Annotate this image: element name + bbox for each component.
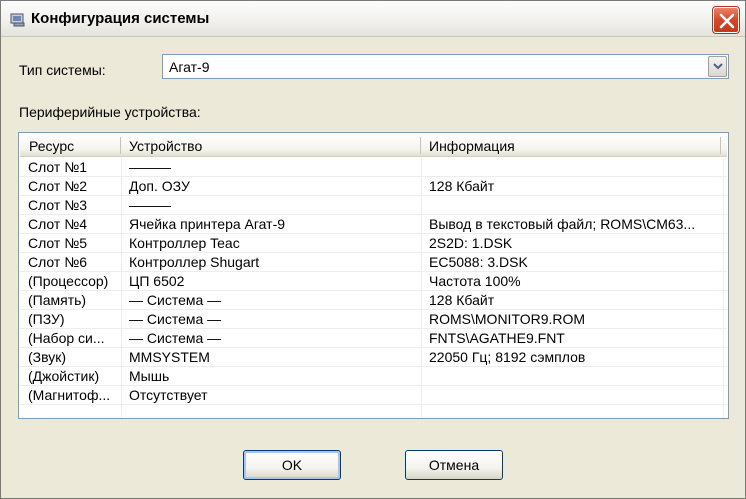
list-item[interactable]: (Магнитоф... Отсутствует bbox=[20, 386, 727, 405]
cell-resource: (Джойстик) bbox=[28, 368, 100, 384]
cell-device: Ячейка принтера Агат-9 bbox=[129, 216, 286, 232]
system-type-value: Агат-9 bbox=[169, 59, 210, 75]
close-button[interactable] bbox=[712, 6, 740, 34]
cell-resource: Слот №1 bbox=[28, 159, 88, 175]
cell-info: 2S2D: 1.DSK bbox=[429, 235, 513, 251]
list-item[interactable]: Слот №1 ——— bbox=[20, 158, 727, 177]
cell-device: — Система — bbox=[129, 330, 222, 346]
close-icon bbox=[719, 13, 735, 29]
list-item[interactable]: (Память) — Система — 128 Кбайт bbox=[20, 291, 727, 310]
cancel-button[interactable]: Отмена bbox=[405, 450, 503, 480]
cell-info: ROMS\MONITOR9.ROM bbox=[429, 311, 586, 327]
cell-resource: Слот №4 bbox=[28, 216, 88, 232]
column-header-resource[interactable]: Ресурс bbox=[20, 134, 120, 156]
column-divider[interactable] bbox=[720, 137, 721, 154]
column-header-info[interactable]: Информация bbox=[420, 134, 720, 156]
list-item[interactable]: Слот №5 Контроллер Teac 2S2D: 1.DSK bbox=[20, 234, 727, 253]
cell-info: 128 Кбайт bbox=[429, 292, 495, 308]
cell-device: Отсутствует bbox=[129, 387, 208, 403]
cell-resource: Слот №5 bbox=[28, 235, 88, 251]
peripherals-label: Периферийные устройства: bbox=[19, 104, 201, 120]
cell-resource: (Процессор) bbox=[28, 273, 109, 289]
cell-device: MMSYSTEM bbox=[129, 349, 210, 365]
cell-info: 22050 Гц; 8192 сэмплов bbox=[429, 349, 586, 365]
list-item[interactable]: (ПЗУ) — Система — ROMS\MONITOR9.ROM bbox=[20, 310, 727, 329]
cell-info: Вывод в текстовый файл; ROMS\CM63... bbox=[429, 216, 696, 232]
cell-info bbox=[421, 368, 721, 386]
cell-device: Контроллер Teac bbox=[129, 235, 240, 251]
list-header: Ресурс Устройство Информация bbox=[20, 134, 727, 157]
cell-device: ——— bbox=[129, 197, 171, 213]
ok-button[interactable]: OK bbox=[243, 450, 341, 480]
system-type-label: Тип системы: bbox=[19, 62, 106, 78]
cell-device: ЦП 6502 bbox=[129, 273, 185, 289]
list-item[interactable]: (Набор си... — Система — FNTS\AGATHE9.FNT bbox=[20, 329, 727, 348]
list-rows: Слот №1 ——— Слот №2 Доп. ОЗУ 128 Кбайт Слот №… bbox=[20, 158, 727, 405]
cell-resource: Слот №3 bbox=[28, 197, 88, 213]
cell-device: Мышь bbox=[129, 368, 170, 384]
cell-device: — Система — bbox=[129, 311, 222, 327]
cell-info bbox=[421, 159, 721, 177]
title-bar[interactable]: Конфигурация системы bbox=[1, 1, 745, 37]
cell-resource: Слот №2 bbox=[28, 178, 88, 194]
cell-device: — Система — bbox=[129, 292, 222, 308]
peripherals-list[interactable]: Ресурс Устройство Информация Слот №1 ——— С… bbox=[18, 132, 729, 419]
app-icon bbox=[10, 11, 26, 27]
cell-info bbox=[421, 387, 721, 405]
list-item[interactable]: (Звук) MMSYSTEM 22050 Гц; 8192 сэмплов bbox=[20, 348, 727, 367]
cell-resource: (Набор си... bbox=[28, 330, 105, 346]
cell-resource: (ПЗУ) bbox=[28, 311, 65, 327]
cell-resource: (Память) bbox=[28, 292, 87, 308]
cell-info: Частота 100% bbox=[429, 273, 521, 289]
chevron-down-icon bbox=[713, 63, 723, 70]
list-item[interactable]: Слот №6 Контроллер Shugart EC5088: 3.DSK bbox=[20, 253, 727, 272]
list-item[interactable]: Слот №2 Доп. ОЗУ 128 Кбайт bbox=[20, 177, 727, 196]
cell-resource: Слот №6 bbox=[28, 254, 88, 270]
cell-info: EC5088: 3.DSK bbox=[429, 254, 528, 270]
configuration-dialog: Конфигурация системы Тип системы: Агат-9… bbox=[0, 0, 746, 499]
cell-info bbox=[421, 197, 721, 215]
list-item[interactable]: (Джойстик) Мышь bbox=[20, 367, 727, 386]
column-header-device[interactable]: Устройство bbox=[120, 134, 420, 156]
cell-device: ——— bbox=[129, 159, 171, 175]
system-type-select[interactable]: Агат-9 bbox=[162, 54, 729, 79]
list-item[interactable]: (Процессор) ЦП 6502 Частота 100% bbox=[20, 272, 727, 291]
list-item[interactable]: Слот №3 ——— bbox=[20, 196, 727, 215]
list-item[interactable]: Слот №4 Ячейка принтера Агат-9 Вывод в тек… bbox=[20, 215, 727, 234]
cell-device: Контроллер Shugart bbox=[129, 254, 260, 270]
cell-resource: (Звук) bbox=[28, 349, 67, 365]
window-title: Конфигурация системы bbox=[31, 10, 210, 27]
dropdown-button[interactable] bbox=[708, 56, 727, 77]
cell-info: 128 Кбайт bbox=[429, 178, 495, 194]
cell-device: Доп. ОЗУ bbox=[129, 178, 190, 194]
cell-info: FNTS\AGATHE9.FNT bbox=[429, 330, 565, 346]
cell-resource: (Магнитоф... bbox=[28, 387, 111, 403]
